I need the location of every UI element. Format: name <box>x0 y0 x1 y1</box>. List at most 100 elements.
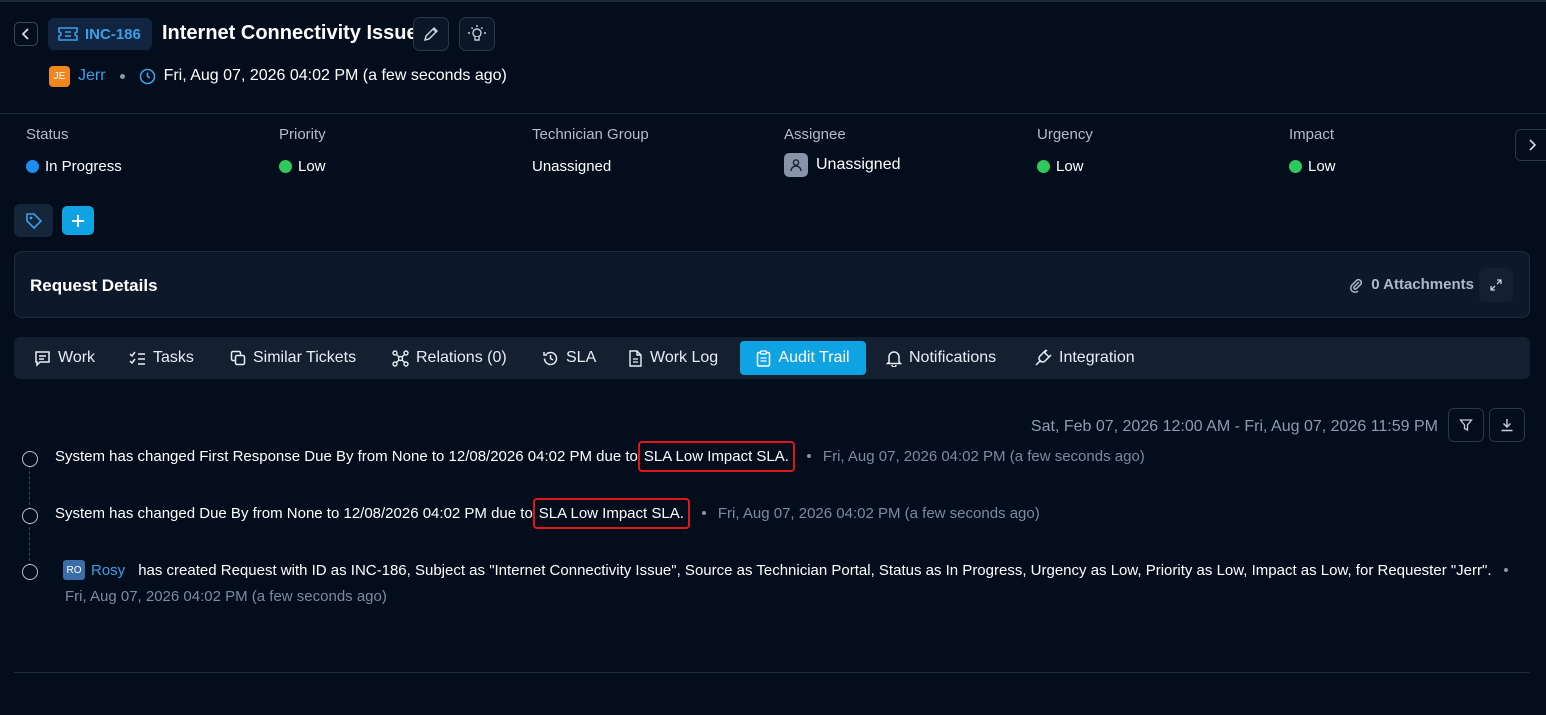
field-value: Low <box>1056 158 1084 175</box>
date-range[interactable]: Sat, Feb 07, 2026 12:00 AM - Fri, Aug 07… <box>1031 418 1438 436</box>
ticket-tabs: Work Tasks Similar Tickets Relations (0)… <box>14 337 1530 379</box>
requester-avatar: JE <box>49 65 70 87</box>
tag-icon <box>25 212 42 229</box>
tab-sla[interactable]: SLA <box>534 341 604 375</box>
timeline-node <box>22 564 38 580</box>
field-label: Assignee <box>784 126 846 143</box>
copy-icon <box>230 350 246 366</box>
edit-button[interactable] <box>413 17 449 51</box>
attachments-link[interactable]: 0 Attachments <box>1348 276 1474 293</box>
separator-dot <box>701 511 706 515</box>
ticket-meta: JE Jerr Fri, Aug 07, 2026 04:02 PM (a fe… <box>49 65 507 87</box>
entry-text: System has changed First Response Due By… <box>55 447 638 465</box>
user-avatar: RO <box>63 560 85 580</box>
ticket-header: INC-186 Internet Connectivity Issue JE J… <box>0 0 1546 114</box>
field-urgency[interactable]: Urgency Low <box>1037 126 1093 175</box>
chevron-left-icon <box>21 28 29 40</box>
expand-panel-button[interactable] <box>1515 129 1546 161</box>
request-details-title: Request Details <box>30 276 158 295</box>
tab-label: Notifications <box>909 349 997 366</box>
clipboard-icon <box>757 349 771 367</box>
ticket-id: INC-186 <box>85 25 141 43</box>
divider <box>14 672 1530 673</box>
pencil-icon <box>423 26 439 42</box>
field-label: Urgency <box>1037 126 1093 143</box>
back-button[interactable] <box>14 22 38 46</box>
tab-label: SLA <box>566 349 597 366</box>
field-status[interactable]: Status In Progress <box>26 126 122 175</box>
entry-time: Fri, Aug 07, 2026 04:02 PM (a few second… <box>65 587 387 605</box>
field-technician-group[interactable]: Technician Group Unassigned <box>532 126 649 175</box>
audit-entry: System has changed First Response Due By… <box>55 440 1145 472</box>
paperclip-icon <box>1350 278 1363 293</box>
audit-entry-time-row: Fri, Aug 07, 2026 04:02 PM (a few second… <box>65 586 387 606</box>
suggestion-button[interactable] <box>459 17 495 51</box>
entry-time: Fri, Aug 07, 2026 04:02 PM (a few second… <box>822 447 1145 465</box>
tab-label: Work <box>58 349 96 366</box>
plug-icon <box>1035 349 1052 366</box>
separator-dot <box>1503 568 1508 572</box>
attachments-count: 0 Attachments <box>1371 276 1474 293</box>
plus-icon <box>72 214 84 227</box>
download-button[interactable] <box>1489 408 1525 442</box>
lightbulb-icon <box>468 25 486 41</box>
status-dot <box>279 160 292 173</box>
tab-label: Tasks <box>153 349 194 366</box>
checklist-icon <box>129 351 145 365</box>
tab-similar-tickets[interactable]: Similar Tickets <box>222 341 364 375</box>
tab-label: Work Log <box>650 349 719 366</box>
timeline-node <box>22 451 38 467</box>
filter-button[interactable] <box>1448 408 1484 442</box>
audit-entry: System has changed Due By from None to 1… <box>55 497 1040 529</box>
ticket-id-chip: INC-186 <box>48 18 152 50</box>
tab-relations[interactable]: Relations (0) <box>384 341 515 375</box>
user-icon <box>784 153 808 177</box>
tags-button[interactable] <box>14 204 53 237</box>
tab-audit-trail[interactable]: Audit Trail <box>740 341 866 375</box>
add-tag-button[interactable] <box>62 206 94 235</box>
tab-work[interactable]: Work <box>26 341 103 375</box>
field-assignee[interactable]: Assignee Unassigned <box>784 126 901 177</box>
ticket-fields: Status In Progress Priority Low Technici… <box>0 126 1546 196</box>
highlight-sla: SLA Low Impact SLA. <box>637 440 795 472</box>
tab-label: Integration <box>1059 349 1135 366</box>
field-priority[interactable]: Priority Low <box>279 126 326 175</box>
tab-label: Similar Tickets <box>253 349 357 366</box>
timeline-node <box>22 508 38 524</box>
bell-icon <box>886 350 902 367</box>
request-details-panel[interactable]: Request Details 0 Attachments <box>14 251 1530 318</box>
separator-dot <box>806 454 811 458</box>
audit-entry: RO Rosy has created Request with ID as I… <box>55 559 1520 581</box>
tab-notifications[interactable]: Notifications <box>878 341 1004 375</box>
requester-link[interactable]: Jerr <box>78 67 106 85</box>
history-icon <box>543 351 558 365</box>
status-dot <box>1037 160 1050 173</box>
network-icon <box>392 349 409 367</box>
field-impact[interactable]: Impact Low <box>1289 126 1336 175</box>
chevron-right-icon <box>1528 139 1536 151</box>
field-label: Status <box>26 126 69 143</box>
created-time: Fri, Aug 07, 2026 04:02 PM (a few second… <box>163 67 507 84</box>
status-dot <box>1289 160 1302 173</box>
field-label: Technician Group <box>532 126 649 143</box>
field-label: Impact <box>1289 126 1335 143</box>
tab-integration[interactable]: Integration <box>1026 341 1143 375</box>
entry-text: System has changed Due By from None to 1… <box>55 504 533 522</box>
message-icon <box>35 350 50 367</box>
status-dot <box>26 160 39 173</box>
entry-text: has created Request with ID as INC-186, … <box>138 561 1492 579</box>
field-value: Unassigned <box>816 156 901 173</box>
tab-tasks[interactable]: Tasks <box>121 341 202 375</box>
field-value: Low <box>298 158 326 175</box>
clock-icon <box>139 68 155 84</box>
field-label: Priority <box>279 126 326 143</box>
field-value: Low <box>1308 158 1336 175</box>
tab-label: Audit Trail <box>778 349 850 366</box>
filter-icon <box>1459 419 1473 432</box>
tab-work-log[interactable]: Work Log <box>620 341 726 375</box>
download-icon <box>1501 419 1513 432</box>
separator-dot <box>119 73 125 79</box>
user-link[interactable]: Rosy <box>91 562 125 579</box>
field-value: Unassigned <box>532 158 612 175</box>
expand-details-button[interactable] <box>1479 268 1513 302</box>
